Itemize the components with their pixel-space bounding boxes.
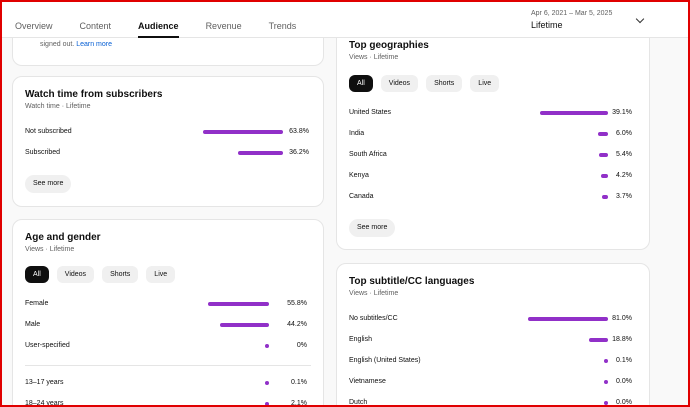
row-label: No subtitles/CC (349, 315, 398, 322)
stat-row: Vietnamese 0.0% (349, 376, 639, 388)
card-subtitle: Watch time · Lifetime (25, 103, 91, 110)
row-value: 0% (296, 342, 307, 349)
row-value: 36.2% (289, 149, 309, 156)
row-label: South Africa (349, 151, 387, 158)
subtitles-card: Top subtitle/CC languages Views · Lifeti… (336, 263, 650, 407)
card-subtitle: Views · Lifetime (25, 246, 75, 253)
row-label: Female (25, 300, 49, 307)
row-label: User-specified (25, 342, 70, 349)
row-label: Canada (349, 193, 374, 200)
stat-row: Subscribed 36.2% (25, 147, 315, 159)
row-label: Kenya (349, 172, 369, 179)
stat-row: Not subscribed 63.8% (25, 126, 315, 138)
tab-content[interactable]: Content (80, 0, 112, 38)
tab-overview[interactable]: Overview (15, 0, 53, 38)
card-title: Age and gender (25, 232, 101, 243)
filter-videos[interactable]: Videos (56, 266, 95, 283)
filter-videos[interactable]: Videos (380, 75, 419, 92)
row-bar (265, 344, 269, 348)
row-bar (220, 323, 269, 327)
row-value: 2.1% (291, 400, 307, 407)
stat-row: No subtitles/CC 81.0% (349, 313, 639, 325)
row-label: United States (349, 109, 392, 116)
top-header: Overview Content Audience Revenue Trends… (0, 0, 690, 38)
filter-live[interactable]: Live (470, 75, 500, 92)
row-label: 18–24 years (25, 400, 64, 407)
geographies-card: Top geographies Views · Lifetime All Vid… (336, 28, 650, 250)
row-bar (527, 317, 608, 321)
age-gender-card: Age and gender Views · Lifetime All Vide… (12, 219, 324, 407)
filter-all[interactable]: All (349, 75, 373, 92)
card-title: Top geographies (349, 40, 429, 51)
row-bar (539, 111, 608, 115)
filter-chips: All Videos Shorts Live (349, 75, 507, 92)
stat-row: United States 39.1% (349, 107, 639, 119)
stat-row: Male 44.2% (25, 319, 315, 331)
tab-bar: Overview Content Audience Revenue Trends (15, 0, 323, 38)
watch-time-card: Watch time from subscribers Watch time ·… (12, 76, 324, 207)
filter-live[interactable]: Live (146, 266, 176, 283)
filter-shorts[interactable]: Shorts (426, 75, 463, 92)
learn-more-link[interactable]: Learn more (76, 41, 112, 48)
row-value: 0.1% (291, 379, 307, 386)
row-label: Dutch (349, 399, 368, 406)
stat-row: India 6.0% (349, 128, 639, 140)
filter-chips: All Videos Shorts Live (25, 266, 183, 283)
row-value: 3.7% (616, 193, 632, 200)
stat-row: Kenya 4.2% (349, 170, 639, 182)
stat-row: English (United States) 0.1% (349, 355, 639, 367)
stat-row: South Africa 5.4% (349, 149, 639, 161)
row-label: Not subscribed (25, 128, 72, 135)
row-bar (237, 151, 283, 155)
see-more-button[interactable]: See more (349, 219, 396, 237)
row-label: English (United States) (349, 357, 421, 364)
tab-revenue[interactable]: Revenue (206, 0, 242, 38)
signed-out-text: signed out. (40, 41, 75, 48)
see-more-button[interactable]: See more (25, 175, 72, 193)
row-value: 0.0% (616, 378, 632, 385)
row-bar (203, 130, 283, 134)
row-label: Subscribed (25, 149, 61, 156)
filter-all[interactable]: All (25, 266, 49, 283)
row-value: 6.0% (616, 130, 632, 137)
row-bar (265, 402, 269, 406)
card-subtitle: Views · Lifetime (349, 290, 399, 297)
row-value: 0.1% (616, 357, 632, 364)
filter-shorts[interactable]: Shorts (102, 266, 139, 283)
row-value: 5.4% (616, 151, 632, 158)
row-value: 18.8% (612, 336, 632, 343)
tab-trends[interactable]: Trends (269, 0, 297, 38)
row-label: India (349, 130, 365, 137)
stat-row: 18–24 years 2.1% (25, 398, 315, 407)
row-bar (207, 302, 269, 306)
row-label: Vietnamese (349, 378, 386, 385)
signed-out-note: signed out. Learn more (40, 41, 112, 48)
row-value: 39.1% (612, 109, 632, 116)
stat-row: Canada 3.7% (349, 191, 639, 203)
stat-row: Dutch 0.0% (349, 397, 639, 407)
row-label: 13–17 years (25, 379, 64, 386)
row-bar (265, 381, 269, 385)
row-label: English (349, 336, 372, 343)
row-value: 4.2% (616, 172, 632, 179)
card-title: Watch time from subscribers (25, 89, 163, 100)
stat-row: User-specified 0% (25, 340, 315, 352)
card-title: Top subtitle/CC languages (349, 276, 475, 287)
tab-audience[interactable]: Audience (138, 0, 179, 38)
row-value: 55.8% (287, 300, 307, 307)
row-value: 63.8% (289, 128, 309, 135)
stat-row: Female 55.8% (25, 298, 315, 310)
row-value: 44.2% (287, 321, 307, 328)
stat-row: English 18.8% (349, 334, 639, 346)
row-label: Male (25, 321, 41, 328)
row-value: 0.0% (616, 399, 632, 406)
row-value: 81.0% (612, 315, 632, 322)
stat-row: 13–17 years 0.1% (25, 377, 315, 389)
card-subtitle: Views · Lifetime (349, 54, 399, 61)
divider (25, 365, 311, 366)
